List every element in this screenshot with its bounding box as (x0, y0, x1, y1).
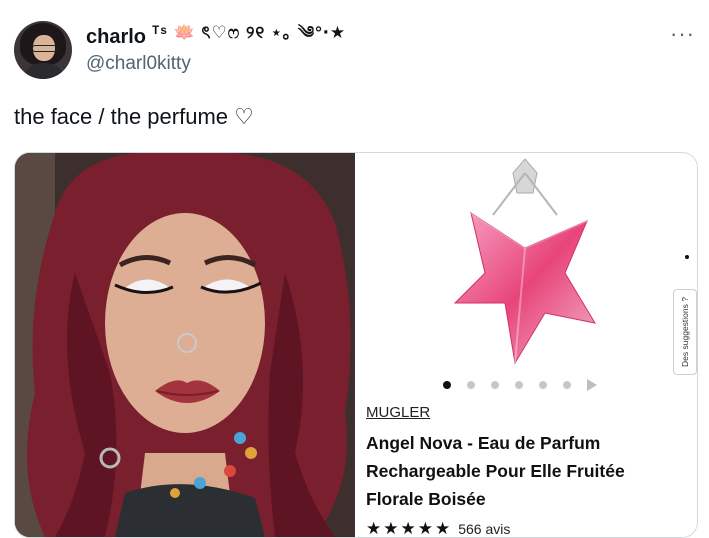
product-name[interactable]: Angel Nova - Eau de Parfum Rechargeable … (366, 429, 666, 513)
side-dot (685, 255, 689, 259)
avatar-body (22, 63, 66, 79)
perfume-bottle-image (453, 158, 597, 365)
star-rating-icon: ★★★★★ (366, 519, 453, 538)
tweet-text: the face / the perfume ♡ (14, 104, 254, 129)
carousel-dot[interactable] (515, 381, 523, 389)
image-carousel-indicator[interactable] (443, 379, 597, 391)
suggestions-tab[interactable]: Des suggestions ? (673, 289, 697, 375)
tweet-media[interactable]: Des suggestions ? MUGLER Angel Nova - Ea… (14, 152, 698, 538)
avatar-glasses (32, 45, 58, 52)
product-rating[interactable]: ★★★★★ 566 avis (366, 519, 510, 538)
author-avatar[interactable] (14, 21, 72, 79)
carousel-dot[interactable] (467, 381, 475, 389)
carousel-dot[interactable] (491, 381, 499, 389)
author-display-name[interactable]: charlo (86, 26, 146, 49)
play-icon[interactable] (587, 379, 597, 391)
review-count[interactable]: 566 avis (458, 521, 510, 537)
selfie-illustration (15, 153, 355, 537)
carousel-dot[interactable] (443, 381, 451, 389)
author-handle[interactable]: @charl0kitty (86, 53, 191, 75)
product-card[interactable]: Des suggestions ? MUGLER Angel Nova - Ea… (355, 153, 697, 537)
author-name-row[interactable]: charlo ᵀˢ 🪷 ৎ♡ෆ ୨୧ ⋆｡ ༄°‧★ (86, 23, 346, 50)
more-options-button[interactable]: ··· (670, 23, 695, 45)
selfie-photo[interactable] (15, 153, 355, 537)
suggestions-label: Des suggestions ? (680, 297, 690, 367)
carousel-dot[interactable] (539, 381, 547, 389)
product-brand-link[interactable]: MUGLER (366, 404, 430, 421)
carousel-dot[interactable] (563, 381, 571, 389)
